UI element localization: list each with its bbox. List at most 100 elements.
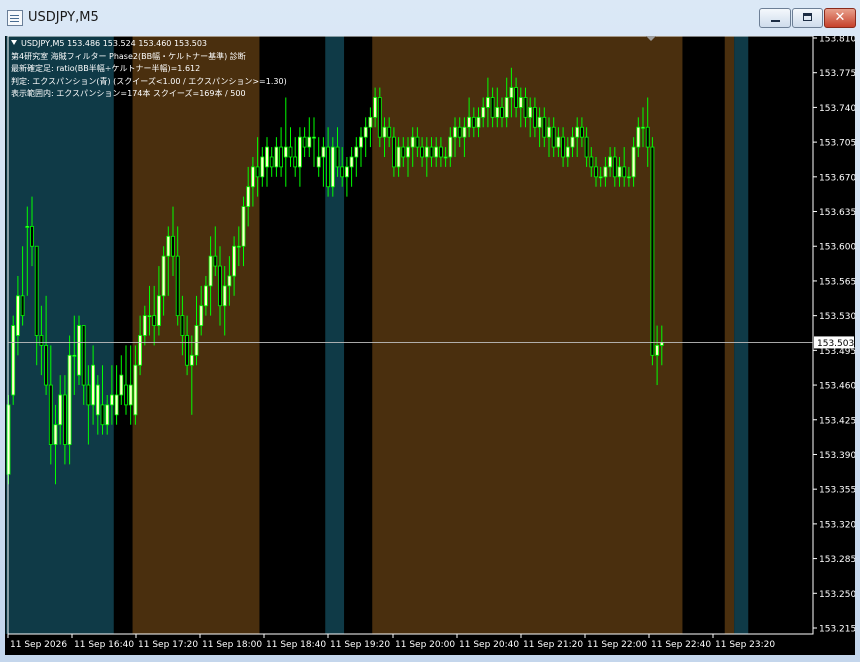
candle-body: [603, 166, 608, 178]
candle-body: [236, 245, 241, 248]
candle-body: [335, 146, 340, 168]
app-window: USDJPY,M5 ✕ 153.810 153.775 153.740 153.705…: [0, 0, 860, 662]
candle-body: [551, 126, 556, 148]
candle-body: [86, 384, 91, 406]
info-judgement: 判定: エクスパンション(青) (スクイーズ<1.00 / エクスパンション>=…: [11, 76, 287, 86]
close-button[interactable]: ✕: [824, 8, 856, 28]
candle-body: [128, 384, 133, 406]
time-tick-label: 11 Sep 2026: [10, 640, 67, 650]
time-tick-label: 11 Sep 19:20: [330, 640, 390, 650]
chart-area[interactable]: 153.810 153.775 153.740 153.705 153.670 153.6…: [5, 35, 856, 655]
candle-body: [91, 364, 95, 406]
candle-body: [344, 166, 349, 178]
candle-body: [138, 335, 143, 366]
squeeze-band: [724, 36, 735, 634]
candle-body: [645, 126, 650, 148]
candle-body: [377, 97, 382, 138]
candle-body: [15, 295, 20, 336]
price-tick-label: 153.425: [819, 416, 855, 426]
candle-body: [330, 146, 335, 188]
time-tick-label: 11 Sep 22:00: [587, 640, 647, 650]
candle-body: [133, 364, 138, 416]
candle-body: [189, 354, 194, 366]
candle-body: [368, 116, 373, 128]
candle-body: [232, 245, 237, 277]
title-bar[interactable]: USDJPY,M5 ✕: [0, 0, 860, 36]
time-tick-label: 11 Sep 21:20: [523, 640, 583, 650]
candle-body: [528, 107, 533, 118]
candle-body: [321, 146, 326, 158]
candle-body: [105, 404, 110, 426]
candle-body: [30, 226, 34, 247]
price-tick-label: 153.740: [819, 104, 855, 114]
info-indicator-title: 第4研究室 海賊フィルター Phase2(BB幅・ケルトナー基準) 診断: [11, 51, 246, 61]
candle-body: [283, 146, 288, 158]
price-tick-label: 153.320: [819, 520, 855, 530]
candle-body: [218, 265, 222, 307]
candle-body: [570, 136, 575, 148]
expansion-band: [325, 36, 345, 634]
candle-body: [250, 166, 255, 188]
candle-body: [307, 136, 312, 148]
candle-body: [312, 136, 316, 139]
minimize-button[interactable]: [759, 8, 791, 28]
candle-body: [199, 305, 204, 326]
candle-body: [608, 156, 612, 168]
candle-body: [67, 354, 72, 445]
candle-body: [185, 335, 190, 366]
candle-body: [533, 107, 537, 128]
indicator-info-panel: USDJPY,M5 153.486 153.524 153.460 153.50…: [11, 38, 287, 101]
time-tick-label: 11 Sep 18:00: [202, 640, 262, 650]
candle-body: [387, 126, 392, 138]
candle-body: [561, 136, 565, 158]
candle-body: [490, 97, 495, 118]
price-tick-label: 153.670: [819, 173, 855, 183]
candle-body: [156, 295, 161, 326]
candle-body: [260, 156, 265, 178]
candle-body: [434, 146, 439, 158]
price-chart[interactable]: 153.810 153.775 153.740 153.705 153.670 153.6…: [5, 35, 856, 655]
candle-body: [100, 404, 105, 426]
candle-body: [514, 87, 519, 108]
time-tick-label: 11 Sep 17:20: [138, 640, 198, 650]
candle-body: [504, 97, 509, 118]
candle-body: [617, 166, 622, 178]
price-tick-label: 153.600: [819, 243, 855, 253]
price-tick-label: 153.530: [819, 312, 855, 322]
candle-body: [650, 146, 655, 356]
candle-body: [44, 344, 48, 386]
candle-body: [537, 116, 542, 128]
candle-body: [20, 295, 25, 317]
candle-body: [471, 116, 476, 128]
price-tick-label: 153.705: [819, 139, 855, 149]
candle-body: [420, 146, 425, 158]
candle-body: [95, 384, 100, 416]
price-tick-label: 153.390: [819, 451, 855, 461]
candle-body: [114, 394, 119, 416]
candle-body: [467, 116, 472, 128]
price-tick-label: 153.355: [819, 486, 855, 496]
candle-body: [72, 354, 77, 357]
candle-body: [565, 146, 570, 158]
candle-body: [39, 335, 44, 346]
candle-body: [293, 156, 298, 168]
maximize-button[interactable]: [792, 8, 823, 28]
time-tick-label: 11 Sep 16:40: [74, 640, 134, 650]
candle-body: [63, 394, 67, 445]
candle-body: [391, 136, 396, 168]
candle-body: [495, 107, 500, 118]
candle-body: [208, 255, 213, 287]
expansion-band: [734, 36, 749, 634]
candle-body: [48, 384, 53, 445]
candle-body: [382, 126, 387, 138]
candle-body: [180, 315, 185, 336]
candle-body: [166, 235, 171, 257]
collapse-triangle-icon[interactable]: [11, 40, 17, 45]
price-tick-label: 153.565: [819, 277, 855, 287]
candle-body: [401, 146, 406, 158]
candle-body: [406, 146, 410, 158]
window-title: USDJPY,M5: [28, 10, 99, 25]
candle-body: [147, 315, 152, 318]
candle-body: [53, 424, 58, 445]
minimize-icon: [771, 20, 780, 22]
